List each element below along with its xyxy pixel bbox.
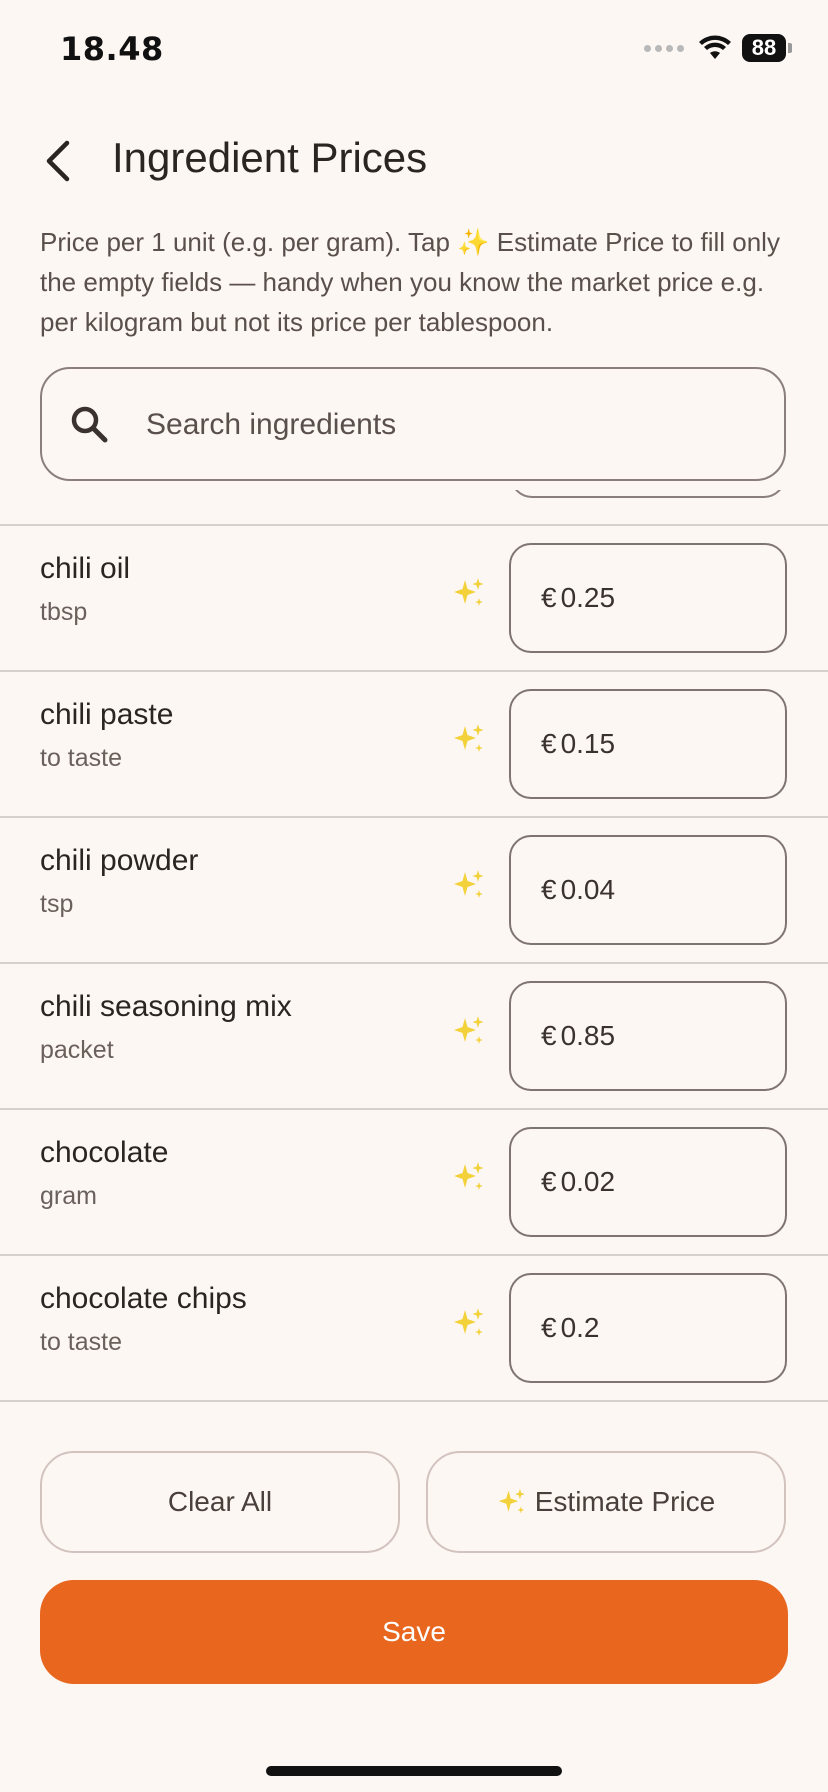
currency-symbol: € <box>541 874 557 905</box>
status-bar: 18.48 88 <box>0 0 828 100</box>
header: Ingredient Prices <box>0 120 828 200</box>
price-input[interactable]: € 0.85 <box>509 981 787 1091</box>
currency-symbol: € <box>541 1312 557 1343</box>
sparkle-estimate-icon[interactable] <box>452 868 486 902</box>
currency-symbol: € <box>541 582 557 613</box>
clear-all-button[interactable]: Clear All <box>40 1451 400 1553</box>
ingredient-row: chili paste to taste € 0.15 <box>0 672 828 816</box>
ingredient-row: chili oil tbsp € 0.25 <box>0 526 828 670</box>
price-value: 0.04 <box>560 874 616 905</box>
price-value: 0.15 <box>560 728 616 759</box>
search-input[interactable] <box>144 399 748 451</box>
ingredient-list[interactable]: chili oil tbsp € 0.25 chili paste to tas… <box>0 490 828 1403</box>
ingredient-unit: to taste <box>40 1328 122 1356</box>
ingredient-name: chocolate chips <box>40 1282 247 1315</box>
price-input[interactable]: € 0.04 <box>509 835 787 945</box>
search-icon <box>71 406 108 443</box>
ingredient-name: chili oil <box>40 552 131 585</box>
price-value: 0.85 <box>560 1020 616 1051</box>
sparkle-icon <box>498 1488 525 1514</box>
status-time: 18.48 <box>60 30 164 68</box>
sparkle-estimate-icon[interactable] <box>452 1014 486 1048</box>
price-value: 0.02 <box>560 1166 616 1197</box>
estimate-price-button[interactable]: Estimate Price <box>426 1451 786 1553</box>
battery-icon: 88 <box>742 34 792 62</box>
currency-symbol: € <box>541 728 557 759</box>
ingredient-unit: tsp <box>40 890 74 918</box>
save-button[interactable]: Save <box>40 1580 788 1684</box>
sparkle-estimate-icon[interactable] <box>452 1306 486 1340</box>
home-indicator[interactable] <box>266 1766 562 1776</box>
wifi-icon <box>699 35 731 59</box>
sparkle-estimate-icon[interactable] <box>452 1160 486 1194</box>
chevron-left-icon <box>46 140 70 182</box>
currency-symbol: € <box>541 1166 557 1197</box>
ingredient-row: chocolate gram € 0.02 <box>0 1110 828 1254</box>
status-indicators: 88 <box>644 34 792 62</box>
price-input[interactable]: € 0.2 <box>509 1273 787 1383</box>
ingredient-unit: packet <box>40 1036 114 1064</box>
save-label: Save <box>382 1616 446 1647</box>
currency-symbol: € <box>541 1020 557 1051</box>
ingredient-row: chili seasoning mix packet € 0.85 <box>0 964 828 1108</box>
sparkle-estimate-icon[interactable] <box>452 576 486 610</box>
ingredient-name: chili paste <box>40 698 174 731</box>
price-value: 0.2 <box>560 1312 600 1343</box>
ingredient-name: chocolate <box>40 1136 169 1169</box>
estimate-price-label: Estimate Price <box>534 1486 716 1517</box>
price-field-partial[interactable] <box>510 490 786 498</box>
price-value: 0.25 <box>560 582 616 613</box>
ingredient-unit: tbsp <box>40 598 88 626</box>
clear-all-label: Clear All <box>167 1486 273 1517</box>
page-title: Ingredient Prices <box>112 134 428 181</box>
back-button[interactable] <box>36 136 80 186</box>
ingredient-row: chocolate chips to taste € 0.2 <box>0 1256 828 1400</box>
battery-level: 88 <box>742 34 786 62</box>
ingredient-unit: to taste <box>40 744 122 772</box>
ingredient-row: chili powder tsp € 0.04 <box>0 818 828 962</box>
price-input[interactable]: € 0.15 <box>509 689 787 799</box>
cellular-signal-icon <box>644 44 684 52</box>
ingredient-name: chili seasoning mix <box>40 990 292 1023</box>
price-input[interactable]: € 0.02 <box>509 1127 787 1237</box>
divider <box>0 1400 828 1402</box>
price-input[interactable]: € 0.25 <box>509 543 787 653</box>
ingredient-name: chili powder <box>40 844 199 877</box>
sparkle-estimate-icon[interactable] <box>452 722 486 756</box>
description-text: Price per 1 unit (e.g. per gram). Tap ✨ … <box>40 227 780 337</box>
search-box[interactable] <box>40 367 786 481</box>
ingredient-unit: gram <box>40 1182 97 1210</box>
